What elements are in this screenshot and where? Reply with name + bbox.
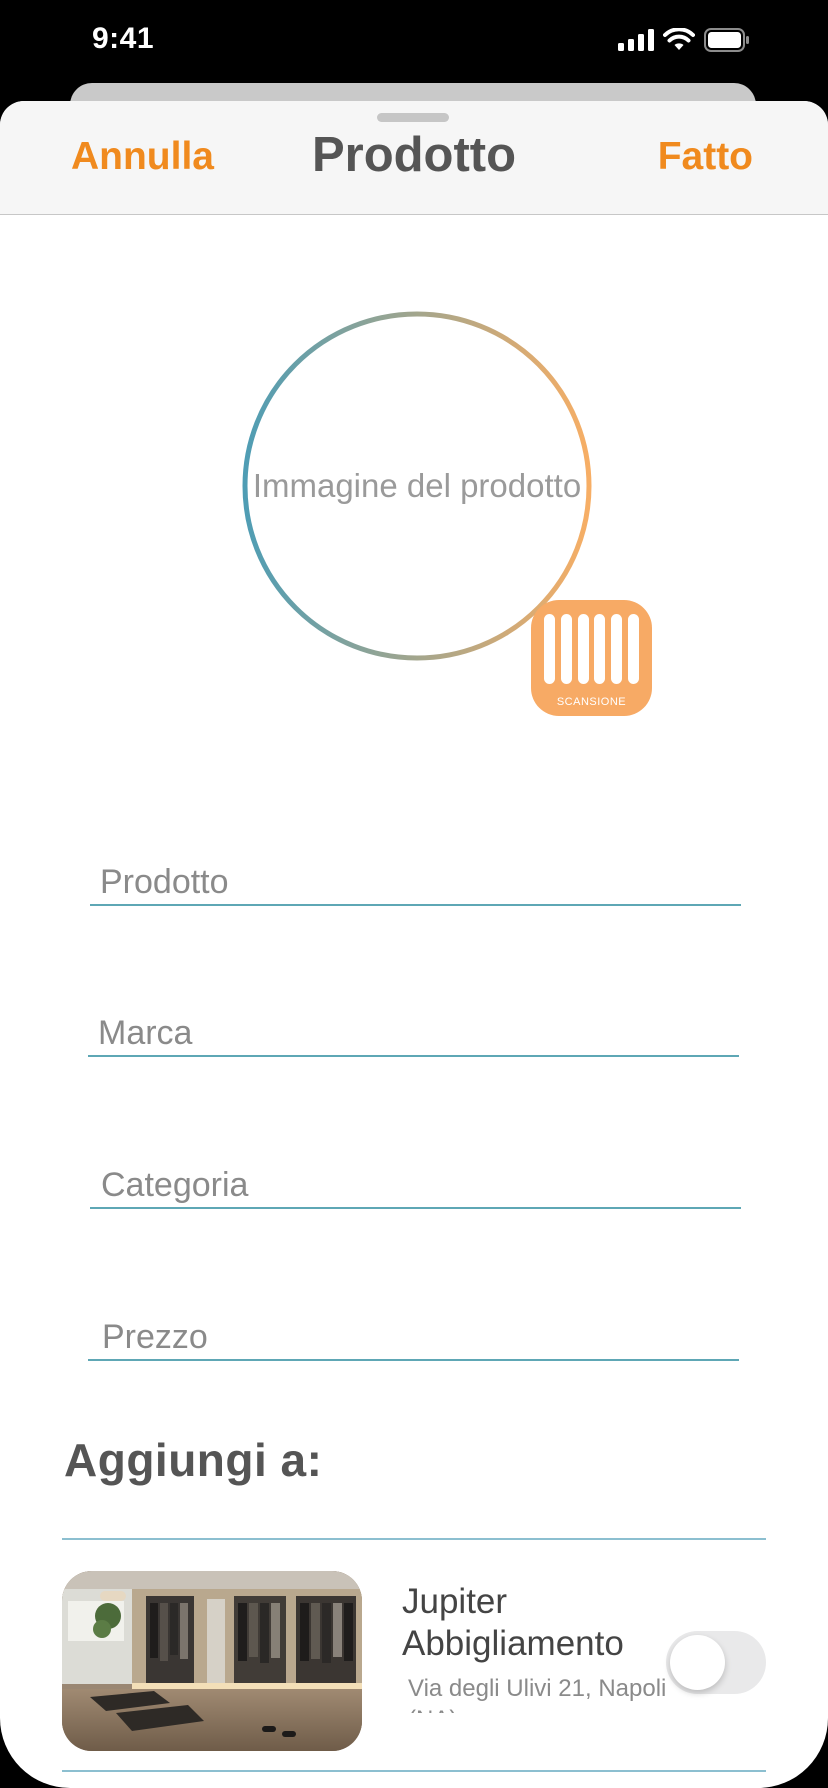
wifi-icon	[663, 28, 695, 50]
brand-field-placeholder: Marca	[98, 1014, 193, 1052]
product-field[interactable]: Prodotto	[90, 844, 741, 906]
store-address: Via degli Ulivi 21, Napoli (NA)	[408, 1675, 667, 1713]
barcode-icon	[544, 614, 639, 684]
cellular-signal-icon	[618, 29, 654, 51]
scan-barcode-button[interactable]: SCANSIONE	[531, 600, 652, 716]
section-divider	[62, 1538, 766, 1540]
add-to-heading: Aggiungi a:	[64, 1434, 323, 1486]
store-photo	[62, 1571, 362, 1751]
status-bar: 9:41	[0, 0, 828, 82]
product-field-placeholder: Prodotto	[100, 863, 229, 901]
battery-icon	[704, 28, 749, 52]
toggle-knob	[670, 1635, 725, 1690]
category-field-placeholder: Categoria	[101, 1166, 249, 1204]
scan-button-label: SCANSIONE	[556, 696, 627, 708]
store-name: Jupiter Abbigliamento	[402, 1582, 624, 1663]
device-frame: 9:41 Annulla Prodotto Fatto Immagine del…	[0, 0, 828, 1788]
brand-field[interactable]: Marca	[88, 995, 739, 1057]
product-sheet: Annulla Prodotto Fatto Immagine del prod…	[0, 101, 828, 1788]
price-field[interactable]: Prezzo	[88, 1299, 739, 1361]
done-button[interactable]: Fatto	[658, 135, 753, 179]
list-divider	[62, 1770, 766, 1772]
sheet-grabber[interactable]	[377, 113, 449, 122]
status-icons	[618, 28, 750, 52]
navigation-bar: Annulla Prodotto Fatto	[0, 101, 828, 215]
category-field[interactable]: Categoria	[90, 1147, 741, 1209]
status-time: 9:41	[92, 22, 155, 55]
price-field-placeholder: Prezzo	[102, 1318, 208, 1356]
store-toggle[interactable]	[666, 1631, 766, 1694]
